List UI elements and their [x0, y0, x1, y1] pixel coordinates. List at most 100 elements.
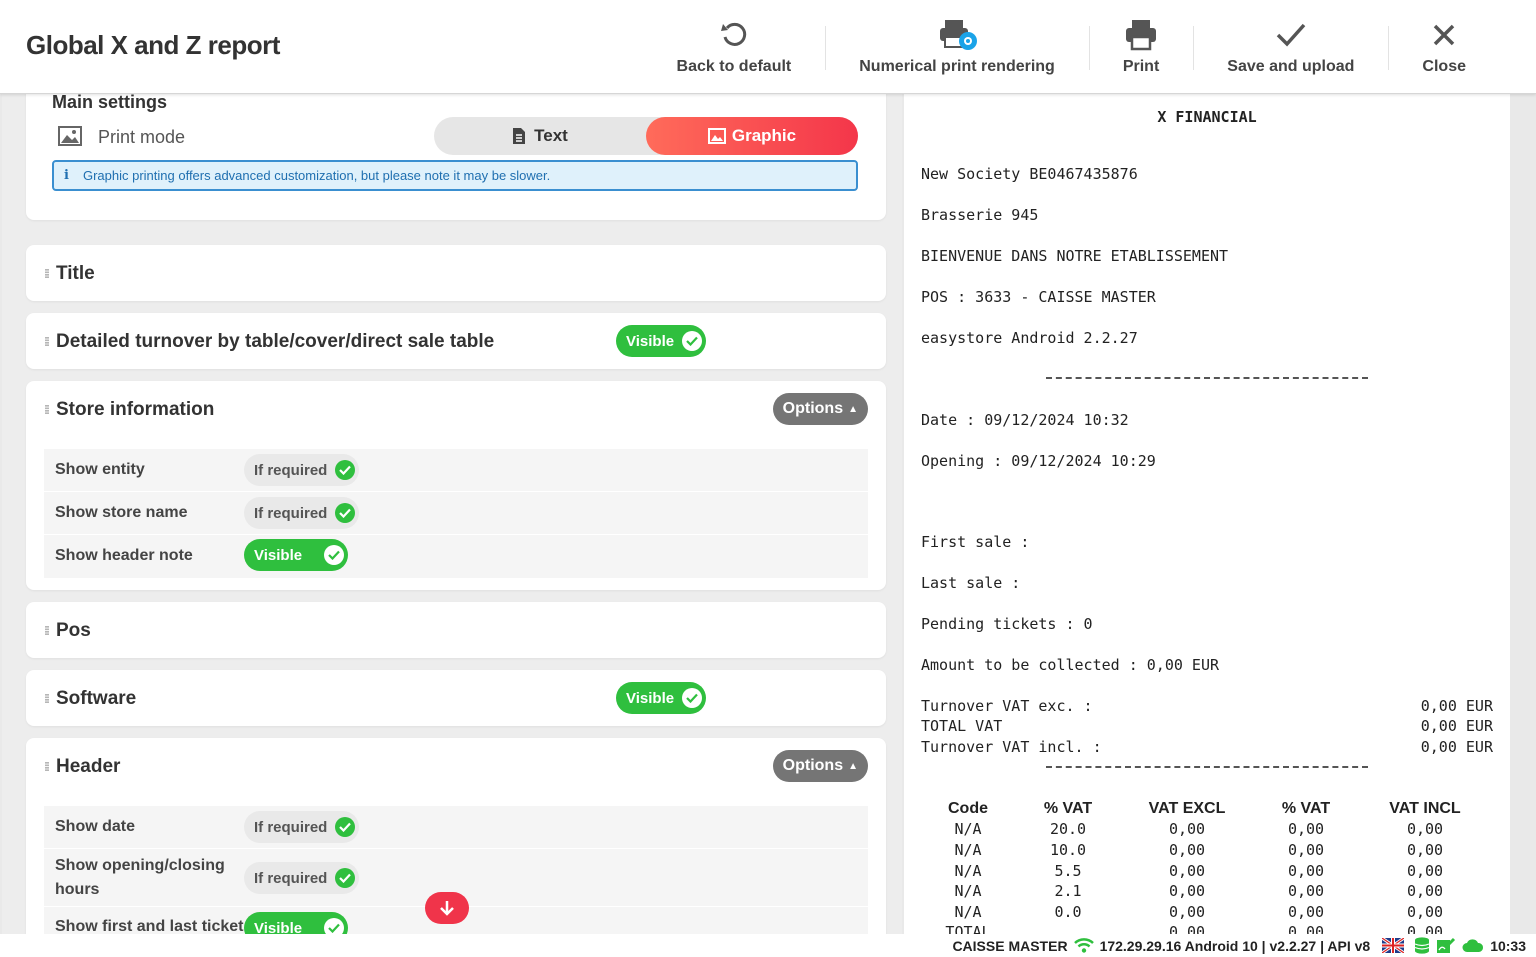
section-detailed-turnover-title: ⁞⁞ Detailed turnover by table/cover/dire… [44, 331, 494, 353]
drag-handle-icon[interactable]: ⁞⁞ [44, 624, 50, 638]
vat-cell: 0,00 [1287, 923, 1325, 934]
receipt-preview[interactable]: X FINANCIAL New Society BE0467435876 Bra… [904, 94, 1510, 934]
undo-icon [719, 18, 749, 52]
check-icon [335, 503, 356, 523]
store-information-options-button[interactable]: Options ▲ [772, 393, 868, 425]
vat-cell: 0,00 [1406, 820, 1444, 838]
arrow-down-icon [440, 901, 454, 916]
document-icon [512, 127, 526, 145]
show-first-last-ticket-state-toggle[interactable]: Visible [244, 912, 348, 934]
drag-handle-icon[interactable]: ⁞⁞ [44, 760, 50, 774]
check-icon [335, 868, 356, 888]
print-label: Print [1122, 58, 1160, 75]
options-label: Options [782, 400, 844, 417]
section-title-card[interactable]: ⁞⁞ Title [26, 245, 886, 301]
receipt-total-value: 0,00 EUR [1420, 738, 1493, 756]
info-icon: i [64, 168, 69, 183]
software-visibility-toggle[interactable]: Visible [616, 682, 707, 714]
print-mode-label: Print mode [98, 127, 186, 147]
scroll-gutter [1510, 94, 1536, 934]
show-store-name-state-toggle[interactable]: If required [244, 497, 360, 529]
save-and-upload-button[interactable]: Save and upload [1193, 0, 1388, 94]
pos-name: CAISSE MASTER [952, 937, 1068, 954]
settings-panel[interactable]: Main settings Print mode Text Graphic i … [2, 94, 902, 934]
print-button[interactable]: Print [1088, 0, 1193, 94]
receipt-software: easystore Android 2.2.27 [921, 329, 1138, 347]
section-header-label: Header [56, 756, 121, 777]
close-button[interactable]: Close [1388, 0, 1500, 94]
option-row: Show store name If required [44, 492, 868, 535]
header-options-button[interactable]: Options ▲ [772, 750, 868, 782]
show-entity-state-toggle[interactable]: If required [244, 454, 360, 486]
vat-cell: 0,00 [1287, 903, 1325, 921]
section-pos-label: Pos [56, 620, 91, 641]
drag-handle-icon[interactable]: ⁞⁞ [44, 692, 50, 706]
vat-cell: 0,00 [1406, 923, 1444, 934]
close-label: Close [1422, 58, 1466, 75]
scroll-down-button[interactable] [425, 892, 469, 924]
show-date-state-toggle[interactable]: If required [244, 811, 360, 843]
state-label: If required [254, 461, 328, 479]
main-settings-title: Main settings [52, 94, 168, 112]
drag-handle-icon[interactable]: ⁞⁞ [44, 335, 50, 349]
vat-cell: 0,00 [1406, 903, 1444, 921]
section-title: ⁞⁞ Title [44, 263, 95, 285]
receipt-total-value: 0,00 EUR [1420, 717, 1493, 735]
vat-header-cell: VAT EXCL [1148, 800, 1226, 817]
show-opening-closing-hours-state-toggle[interactable]: If required [244, 862, 360, 894]
receipt-pending: Pending tickets : 0 [921, 615, 1093, 633]
section-pos-card[interactable]: ⁞⁞ Pos [26, 602, 886, 658]
detailed-turnover-visibility-toggle[interactable]: Visible [616, 325, 707, 357]
check-icon [682, 331, 703, 351]
uk-flag-icon[interactable] [1382, 938, 1405, 953]
vat-table-row: N/A 10.0 0,00 0,00 0,00 [921, 841, 1497, 861]
receipt-total-label: TOTAL VAT [921, 717, 1003, 735]
vat-cell: TOTAL [945, 923, 991, 934]
vat-header-cell: % VAT [1281, 800, 1331, 817]
option-label: Show date [55, 818, 136, 835]
status-bar-content: CAISSE MASTER 172.29.29.16 Android 10 | … [946, 937, 1526, 954]
database-icon [1414, 937, 1430, 954]
section-store-information-card[interactable]: ⁞⁞ Store information Options ▲ Show entit… [26, 381, 886, 590]
vat-table-row: N/A 20.0 0,00 0,00 0,00 [921, 820, 1497, 840]
show-header-note-state-toggle[interactable]: Visible [244, 539, 348, 571]
section-software-title: ⁞⁞ Software [44, 688, 136, 710]
save-and-upload-label: Save and upload [1227, 58, 1355, 75]
drag-handle-icon[interactable]: ⁞⁞ [44, 403, 50, 417]
back-to-default-label: Back to default [676, 58, 792, 75]
receipt-store: Brasserie 945 [921, 206, 1039, 224]
receipt-opening: Opening : 09/12/2024 10:29 [921, 452, 1156, 470]
state-label: If required [254, 818, 328, 836]
close-icon [1431, 18, 1457, 52]
back-to-default-button[interactable]: Back to default [643, 0, 826, 94]
section-detailed-turnover-card[interactable]: ⁞⁞ Detailed turnover by table/cover/dire… [26, 313, 886, 369]
visibility-state-label: Visible [626, 689, 675, 707]
vat-cell: 0,00 [1287, 820, 1325, 838]
image-icon [58, 126, 82, 151]
receipt-amount: Amount to be collected : 0,00 EUR [921, 656, 1220, 674]
wifi-icon [1073, 938, 1094, 953]
numerical-print-rendering-button[interactable]: Numerical print rendering [825, 0, 1089, 94]
section-store-information-title: ⁞⁞ Store information [44, 399, 214, 421]
option-row: Show header note Visible [44, 535, 868, 578]
mode-graphic-button[interactable]: Graphic [646, 117, 858, 155]
receipt-total-label: Turnover VAT incl. : [921, 738, 1102, 756]
info-banner: i Graphic printing offers advanced custo… [52, 160, 858, 191]
option-row: Show entity If required [44, 449, 868, 492]
caret-up-icon: ▲ [848, 760, 858, 772]
vat-cell: 0,00 [1168, 903, 1206, 921]
section-store-information-label: Store information [56, 399, 215, 420]
option-label: Show store name [55, 504, 188, 521]
vat-cell: 0,00 [1168, 862, 1206, 880]
drag-handle-icon[interactable]: ⁞⁞ [44, 267, 50, 281]
receipt-last-sale: Last sale : [921, 574, 1021, 592]
section-software-label: Software [56, 688, 137, 709]
vat-cell: 10.0 [1049, 841, 1087, 859]
option-label: Show entity [55, 461, 145, 478]
mode-graphic-label: Graphic [731, 126, 797, 145]
section-software-card[interactable]: ⁞⁞ Software Visible [26, 670, 886, 726]
mode-text-button[interactable]: Text [434, 117, 646, 155]
option-label: Show opening/closing hours [55, 857, 225, 898]
vat-header-cell: VAT INCL [1389, 800, 1461, 817]
printer-eye-icon [937, 18, 978, 52]
